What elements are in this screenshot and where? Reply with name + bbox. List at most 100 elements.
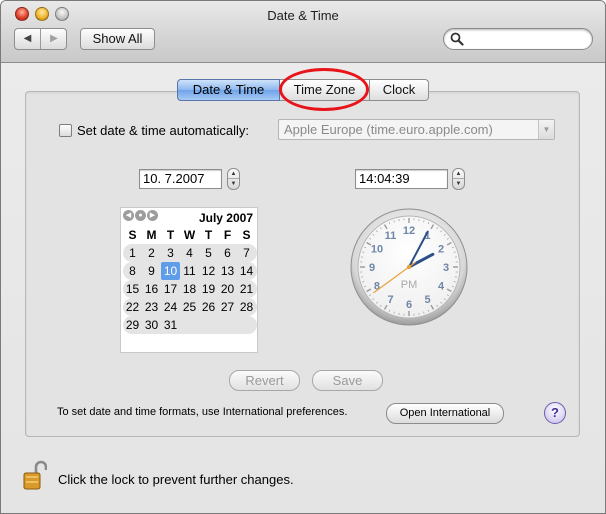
calendar-day[interactable]: 20 <box>218 280 237 298</box>
tab-panel <box>25 91 580 437</box>
time-field[interactable]: 14:04:39 <box>355 169 448 189</box>
clock-number: 3 <box>443 262 449 274</box>
calendar-day[interactable]: 8 <box>123 262 142 280</box>
calendar-day[interactable]: 6 <box>218 244 237 262</box>
time-server-select[interactable]: Apple Europe (time.euro.apple.com) ▼ <box>278 119 555 140</box>
show-all-button[interactable]: Show All <box>80 28 155 50</box>
calendar-day[interactable]: 7 <box>237 244 256 262</box>
calendar-day[interactable]: 29 <box>123 316 142 334</box>
calendar-week-row: 29 30 31 <box>123 316 257 334</box>
calendar-day[interactable]: 25 <box>180 298 199 316</box>
window-title: Date & Time <box>267 8 339 23</box>
clock-number: 7 <box>387 294 393 306</box>
clock-number: 2 <box>438 244 444 256</box>
tab-bar: Date & Time Time Zone Clock <box>177 79 429 101</box>
stepper-down-icon[interactable]: ▼ <box>453 179 464 189</box>
calendar-day[interactable]: 12 <box>199 262 218 280</box>
calendar-weekday-header: SMTWTFS <box>123 226 257 244</box>
open-international-button[interactable]: Open International <box>386 403 504 424</box>
search-field[interactable] <box>443 28 593 50</box>
date-field[interactable]: 10. 7.2007 <box>139 169 222 189</box>
clock-number: 6 <box>406 299 412 311</box>
auto-set-label: Set date & time automatically: <box>77 122 249 138</box>
clock-number: 11 <box>385 230 397 242</box>
calendar-day[interactable]: 10 <box>161 262 180 280</box>
previous-month-icon[interactable]: ◀ <box>123 210 134 221</box>
clock-period-label: PM <box>401 279 418 291</box>
padlock-open-icon[interactable] <box>23 459 47 491</box>
tab-time-zone[interactable]: Time Zone <box>280 79 370 101</box>
tab-date-time[interactable]: Date & Time <box>177 79 280 101</box>
help-button[interactable]: ? <box>544 402 566 424</box>
calendar-empty-cell <box>199 316 218 334</box>
auto-set-row: Set date & time automatically: <box>59 122 249 138</box>
tab-clock[interactable]: Clock <box>370 79 429 101</box>
calendar-day[interactable]: 23 <box>142 298 161 316</box>
auto-set-checkbox[interactable] <box>59 123 72 137</box>
calendar-weekday-label: M <box>146 228 157 242</box>
chevron-down-icon: ▼ <box>538 120 554 139</box>
lock-hint-text: Click the lock to prevent further change… <box>58 472 294 487</box>
calendar-day[interactable]: 1 <box>123 244 142 262</box>
save-button[interactable]: Save <box>312 370 383 391</box>
title-toolbar: Date & Time ◀ ▶ Show All <box>1 1 605 63</box>
calendar-day[interactable]: 2 <box>142 244 161 262</box>
calendar-day[interactable]: 18 <box>180 280 199 298</box>
clock-number: 5 <box>424 294 430 306</box>
calendar-day[interactable]: 11 <box>180 262 199 280</box>
time-server-value: Apple Europe (time.euro.apple.com) <box>284 122 493 137</box>
analog-clock[interactable]: 12 1234567891011PM <box>349 207 469 327</box>
calendar: ◀ ● ▶ July 2007 S M T W T F S 1 2 3 4 5 6 7 8 9 10 11 12 13… <box>120 207 258 353</box>
clock-number: 9 <box>369 262 375 274</box>
calendar-day[interactable]: 14 <box>237 262 256 280</box>
calendar-empty-cell <box>180 316 199 334</box>
calendar-day[interactable]: 26 <box>199 298 218 316</box>
calendar-day[interactable]: 22 <box>123 298 142 316</box>
calendar-weekday-label: S <box>128 228 137 242</box>
stepper-down-icon[interactable]: ▼ <box>228 179 239 189</box>
calendar-week-row: 1234567 <box>123 244 257 262</box>
calendar-day[interactable]: 4 <box>180 244 199 262</box>
search-icon <box>450 32 464 46</box>
calendar-weekday-label: F <box>223 228 232 242</box>
navigation-group: ◀ ▶ <box>14 28 67 50</box>
calendar-day[interactable]: 13 <box>218 262 237 280</box>
calendar-day[interactable]: 5 <box>199 244 218 262</box>
calendar-day[interactable]: 27 <box>218 298 237 316</box>
today-icon[interactable]: ● <box>135 210 146 221</box>
clock-number: 10 <box>371 244 383 256</box>
calendar-day[interactable]: 15 <box>123 280 142 298</box>
calendar-week-row: 8 9 10 11 12 13 14 <box>123 262 257 280</box>
calendar-grid: S M T W T F S 1 2 3 4 5 6 7 8 9 10 11 12 13 14 15 16 17 18 19 20 21… <box>123 226 257 334</box>
calendar-day[interactable]: 24 <box>161 298 180 316</box>
date-stepper[interactable]: ▲ ▼ <box>227 168 240 190</box>
calendar-weekday-label: T <box>204 228 213 242</box>
calendar-month-label: July 2007 <box>198 211 253 225</box>
search-input[interactable] <box>466 31 586 47</box>
revert-button[interactable]: Revert <box>229 370 300 391</box>
stepper-up-icon[interactable]: ▲ <box>453 169 464 179</box>
calendar-day[interactable]: 17 <box>161 280 180 298</box>
calendar-day[interactable]: 28 <box>237 298 256 316</box>
clock-center-pin <box>406 264 412 270</box>
calendar-day[interactable]: 9 <box>142 262 161 280</box>
calendar-empty-cell <box>218 316 237 334</box>
calendar-weekday-label: S <box>242 228 251 242</box>
international-hint-text: To set date and time formats, use Intern… <box>57 406 348 418</box>
calendar-weekday-label: W <box>183 228 196 242</box>
calendar-week-row: 22 23 24 25 26 27 28 <box>123 298 257 316</box>
back-arrow-icon[interactable]: ◀ <box>15 29 41 49</box>
calendar-day[interactable]: 16 <box>142 280 161 298</box>
calendar-empty-cell <box>237 316 256 334</box>
calendar-week-row: 15 16 17 18 19 20 21 <box>123 280 257 298</box>
stepper-up-icon[interactable]: ▲ <box>228 169 239 179</box>
calendar-day[interactable]: 3 <box>161 244 180 262</box>
calendar-day[interactable]: 19 <box>199 280 218 298</box>
calendar-day[interactable]: 31 <box>161 316 180 334</box>
calendar-day[interactable]: 21 <box>237 280 256 298</box>
forward-arrow-icon[interactable]: ▶ <box>41 29 67 49</box>
calendar-day[interactable]: 30 <box>142 316 161 334</box>
time-stepper[interactable]: ▲ ▼ <box>452 168 465 190</box>
next-month-icon[interactable]: ▶ <box>147 210 158 221</box>
calendar-weekday-label: T <box>166 228 175 242</box>
